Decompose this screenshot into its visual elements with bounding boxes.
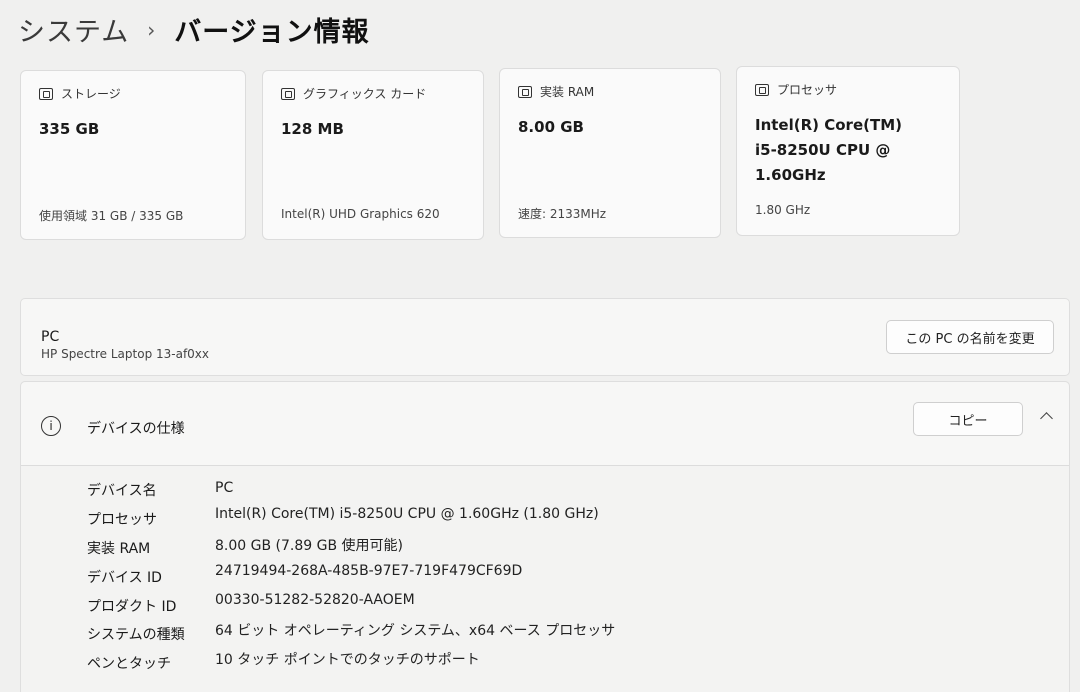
spec-value-pen-touch: 10 タッチ ポイントでのタッチのサポート: [215, 652, 480, 668]
breadcrumb-system-link[interactable]: システム: [18, 10, 129, 49]
processor-value-line-1: Intel(R) Core(TM): [755, 116, 902, 134]
graphics-card: グラフィックス カード 128 MB Intel(R) UHD Graphics…: [262, 70, 484, 240]
graphics-card-sub: Intel(R) UHD Graphics 620: [281, 207, 440, 221]
processor-card-value: Intel(R) Core(TM) i5-8250U CPU @ 1.60GHz: [755, 113, 902, 188]
device-specs-panel: i デバイスの仕様 コピー デバイス名 PC プロセッサ Intel(R) Co…: [20, 381, 1070, 692]
ram-card-title: 実装 RAM: [540, 85, 595, 99]
storage-card-sub: 使用領域 31 GB / 335 GB: [39, 209, 184, 223]
ram-card: 実装 RAM 8.00 GB 速度: 2133MHz: [499, 68, 721, 238]
rename-pc-button[interactable]: この PC の名前を変更: [886, 320, 1054, 354]
ram-card-header: 実装 RAM: [518, 83, 594, 100]
copy-button[interactable]: コピー: [913, 402, 1023, 436]
spec-label-processor: プロセッサ: [87, 512, 157, 528]
pc-name-panel: PC HP Spectre Laptop 13-af0xx この PC の名前を…: [20, 298, 1070, 376]
storage-card-title: ストレージ: [61, 87, 121, 101]
processor-card-title: プロセッサ: [777, 83, 838, 97]
spec-value-ram: 8.00 GB (7.89 GB 使用可能): [215, 538, 403, 554]
graphics-card-value: 128 MB: [281, 120, 344, 138]
pc-name: PC: [41, 329, 60, 345]
storage-card-header: ストレージ: [39, 85, 121, 102]
ram-card-sub: 速度: 2133MHz: [518, 207, 607, 221]
page-title: バージョン情報: [174, 17, 370, 48]
spec-label-device-id: デバイス ID: [87, 570, 162, 586]
spec-label-system-type: システムの種類: [87, 627, 185, 643]
spec-label-ram: 実装 RAM: [87, 541, 151, 557]
processor-value-line-3: 1.60GHz: [755, 166, 826, 184]
spec-value-device-name: PC: [215, 480, 234, 496]
spec-label-product-id: プロダクト ID: [87, 599, 177, 615]
spec-label-device-name: デバイス名: [87, 483, 157, 499]
ram-card-value: 8.00 GB: [518, 118, 584, 136]
processor-card-sub: 1.80 GHz: [755, 203, 811, 217]
device-specs-title: デバイスの仕様: [87, 421, 185, 437]
spec-value-product-id: 00330-51282-52820-AAOEM: [215, 592, 415, 608]
chevron-up-icon[interactable]: [1040, 412, 1053, 425]
processor-icon: [755, 83, 769, 96]
spec-value-processor: Intel(R) Core(TM) i5-8250U CPU @ 1.60GHz…: [215, 506, 599, 522]
processor-card: プロセッサ Intel(R) Core(TM) i5-8250U CPU @ 1…: [736, 66, 960, 236]
processor-card-header: プロセッサ: [755, 81, 837, 98]
graphics-card-icon: [281, 87, 295, 100]
storage-card-value: 335 GB: [39, 120, 100, 138]
storage-icon: [39, 87, 53, 100]
info-icon: i: [41, 416, 61, 436]
spec-value-system-type: 64 ビット オペレーティング システム、x64 ベース プロセッサ: [215, 623, 616, 639]
pc-model: HP Spectre Laptop 13-af0xx: [41, 347, 210, 361]
spec-label-pen-touch: ペンとタッチ: [87, 656, 171, 672]
device-specs-header[interactable]: i デバイスの仕様 コピー: [21, 382, 1069, 466]
graphics-card-header: グラフィックス カード: [281, 85, 426, 102]
graphics-card-title: グラフィックス カード: [303, 87, 427, 101]
processor-value-line-2: i5-8250U CPU @: [755, 141, 891, 159]
spec-value-device-id: 24719494-268A-485B-97E7-719F479CF69D: [215, 563, 523, 579]
breadcrumb: システム › バージョン情報: [18, 10, 370, 49]
breadcrumb-separator: ›: [147, 17, 157, 42]
ram-icon: [518, 85, 532, 98]
storage-card: ストレージ 335 GB 使用領域 31 GB / 335 GB: [20, 70, 246, 240]
